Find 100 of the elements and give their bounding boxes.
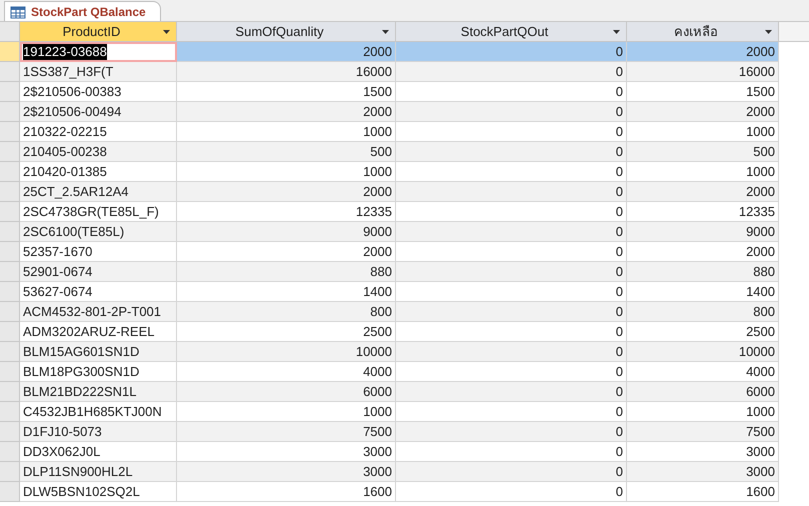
table-icon [10, 4, 26, 18]
table-cell: D1FJ10-5073 [20, 422, 177, 442]
row-selector[interactable] [0, 62, 20, 82]
table-cell: 9000 [177, 222, 396, 242]
table-cell: 0 [396, 302, 627, 322]
table-cell: 2000 [627, 102, 779, 122]
table-cell: 9000 [627, 222, 779, 242]
table-cell: 0 [396, 162, 627, 182]
table-cell: 2$210506-00383 [20, 82, 177, 102]
table-cell: 2000 [177, 42, 396, 62]
table-cell: 0 [396, 182, 627, 202]
row-selector[interactable] [0, 282, 20, 302]
row-selector[interactable] [0, 202, 20, 222]
row-selector[interactable] [0, 182, 20, 202]
column-header[interactable]: StockPartQOut [396, 22, 627, 42]
table-cell: 1500 [627, 82, 779, 102]
table-cell: 800 [177, 302, 396, 322]
table-cell: 10000 [177, 342, 396, 362]
table-cell: 12335 [627, 202, 779, 222]
table-cell: 800 [627, 302, 779, 322]
row-selector[interactable] [0, 422, 20, 442]
dropdown-arrow-icon[interactable] [163, 30, 170, 34]
table-cell: 0 [396, 262, 627, 282]
row-selector[interactable] [0, 442, 20, 462]
row-selector[interactable] [0, 142, 20, 162]
row-selector[interactable] [0, 242, 20, 262]
row-selector[interactable] [0, 122, 20, 142]
table-cell: 6000 [177, 382, 396, 402]
row-selector[interactable] [0, 42, 20, 62]
column-header[interactable]: คงเหลือ [627, 22, 779, 42]
table-tab[interactable]: StockPart QBalance [4, 1, 161, 21]
row-selector[interactable] [0, 382, 20, 402]
table-cell: 2000 [177, 102, 396, 122]
row-selector[interactable] [0, 102, 20, 122]
table-cell: 0 [396, 282, 627, 302]
table-cell: 0 [396, 442, 627, 462]
column-header[interactable]: SumOfQuanlity [177, 22, 396, 42]
table-cell: DD3X062J0L [20, 442, 177, 462]
table-cell: DLW5BSN102SQ2L [20, 482, 177, 502]
table-cell: 500 [177, 142, 396, 162]
table-cell: 2500 [627, 322, 779, 342]
row-selector[interactable] [0, 162, 20, 182]
table-cell: 0 [396, 122, 627, 142]
table-cell: 1000 [177, 402, 396, 422]
table-cell: 1500 [177, 82, 396, 102]
table-cell: 0 [396, 142, 627, 162]
row-selector[interactable] [0, 482, 20, 502]
table-cell: 7500 [177, 422, 396, 442]
table-cell: 1SS387_H3F(T [20, 62, 177, 82]
table-cell: 16000 [177, 62, 396, 82]
table-cell: 7500 [627, 422, 779, 442]
table-cell: 0 [396, 402, 627, 422]
row-selector[interactable] [0, 462, 20, 482]
dropdown-arrow-icon[interactable] [613, 30, 620, 34]
select-all-corner[interactable] [0, 22, 20, 42]
table-cell: 1000 [627, 162, 779, 182]
table-cell: 53627-0674 [20, 282, 177, 302]
column-header[interactable]: ProductID [20, 22, 177, 42]
row-selector[interactable] [0, 322, 20, 342]
table-cell: 3000 [627, 442, 779, 462]
table-cell: 25CT_2.5AR12A4 [20, 182, 177, 202]
table-cell: C4532JB1H685KTJ00N [20, 402, 177, 422]
table-cell: ACM4532-801-2P-T001 [20, 302, 177, 322]
table-cell: 0 [396, 242, 627, 262]
table-cell: 880 [627, 262, 779, 282]
table-cell: 2000 [627, 242, 779, 262]
table-cell: 880 [177, 262, 396, 282]
table-cell: 52901-0674 [20, 262, 177, 282]
table-cell: 0 [396, 342, 627, 362]
table-cell: 0 [396, 222, 627, 242]
table-cell: 1400 [177, 282, 396, 302]
table-cell: BLM15AG601SN1D [20, 342, 177, 362]
table-cell: 1600 [627, 482, 779, 502]
table-cell: 1000 [627, 122, 779, 142]
row-selector[interactable] [0, 362, 20, 382]
table-cell: BLM18PG300SN1D [20, 362, 177, 382]
dropdown-arrow-icon[interactable] [382, 30, 389, 34]
row-selector[interactable] [0, 82, 20, 102]
row-selector[interactable] [0, 302, 20, 322]
table-cell: 0 [396, 82, 627, 102]
row-selector[interactable] [0, 402, 20, 422]
table-cell: 52357-1670 [20, 242, 177, 262]
table-cell: 0 [396, 102, 627, 122]
table-cell: 0 [396, 382, 627, 402]
row-selector[interactable] [0, 222, 20, 242]
dropdown-arrow-icon[interactable] [765, 30, 772, 34]
table-cell: 1000 [627, 402, 779, 422]
table-cell: 1600 [177, 482, 396, 502]
table-cell: 191223-03688 [20, 42, 177, 62]
table-cell: 10000 [627, 342, 779, 362]
table-cell: 1000 [177, 162, 396, 182]
table-cell: 0 [396, 362, 627, 382]
row-selector[interactable] [0, 342, 20, 362]
table-cell: 1000 [177, 122, 396, 142]
row-selector[interactable] [0, 262, 20, 282]
table-cell: 2000 [627, 42, 779, 62]
table-cell: 4000 [627, 362, 779, 382]
table-cell: 16000 [627, 62, 779, 82]
table-cell: 2000 [177, 182, 396, 202]
table-cell: 3000 [177, 462, 396, 482]
